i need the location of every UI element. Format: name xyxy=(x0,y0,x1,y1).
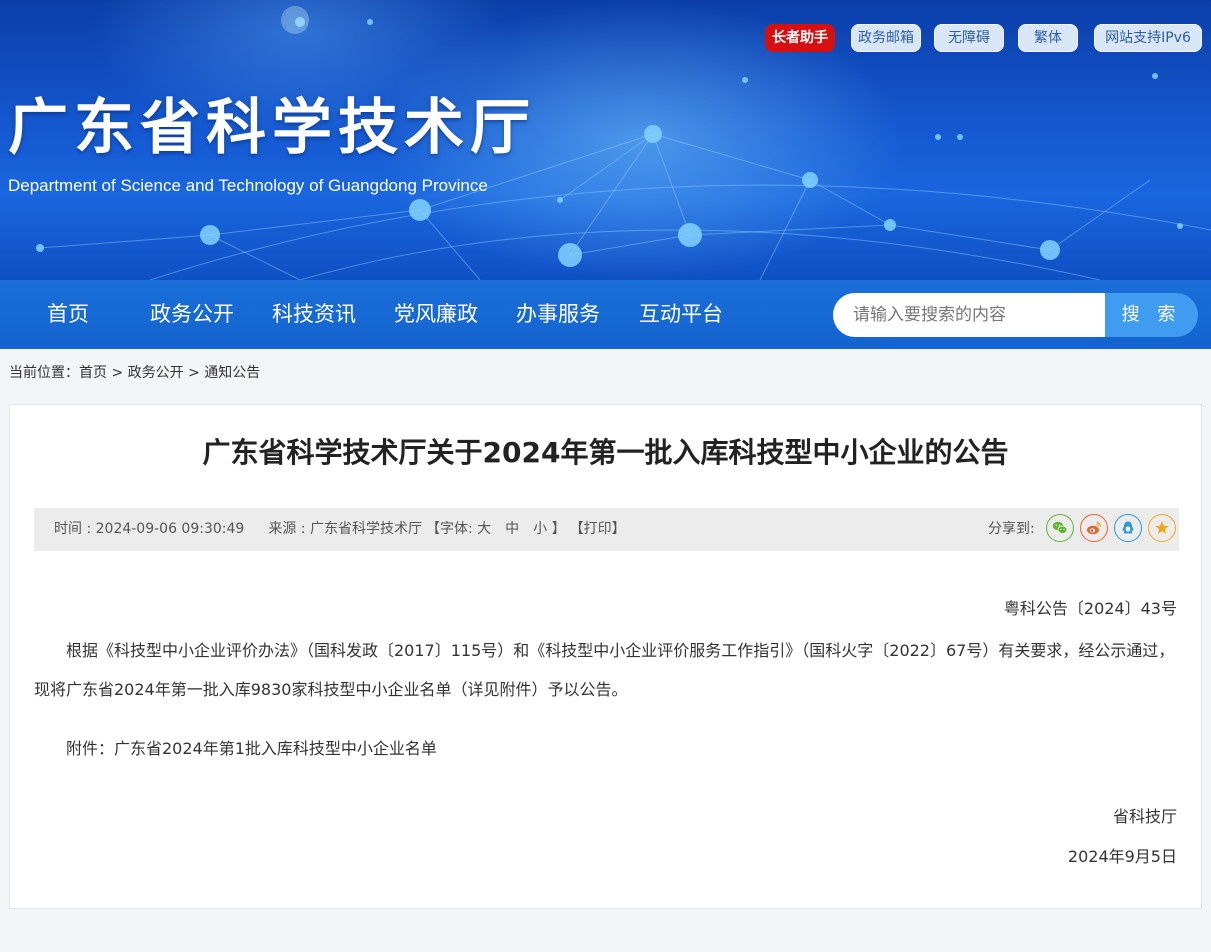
share-wechat-button[interactable] xyxy=(1046,514,1074,542)
breadcrumb: 当前位置：首页 > 政务公开 > 通知公告 xyxy=(9,362,260,384)
breadcrumb-separator: > xyxy=(183,365,205,381)
elder-assistant-button[interactable]: 长者助手 xyxy=(765,24,835,52)
nav-item-home[interactable]: 首页 xyxy=(47,280,89,349)
breadcrumb-government-link[interactable]: 政务公开 xyxy=(128,365,184,381)
share-qq-button[interactable] xyxy=(1114,514,1142,542)
article-title: 广东省科学技术厅关于2024年第一批入库科技型中小企业的公告 xyxy=(202,436,1009,469)
accessibility-button[interactable]: 无障碍 xyxy=(934,24,1004,52)
article-card: 广东省科学技术厅关于2024年第一批入库科技型中小企业的公告 时间 : 2024… xyxy=(9,404,1202,909)
favorite-button[interactable] xyxy=(1148,514,1176,542)
source-value: 广东省科学技术厅 xyxy=(309,521,422,537)
breadcrumb-home-link[interactable]: 首页 xyxy=(79,365,107,381)
nav-item-interaction[interactable]: 互动平台 xyxy=(639,280,723,349)
breadcrumb-notice-link[interactable]: 通知公告 xyxy=(204,365,260,381)
document-number: 粤科公告〔2024〕43号 xyxy=(1003,599,1177,618)
site-subtitle: Department of Science and Technology of … xyxy=(8,176,488,195)
signature-block: 省科技厅 2024年9月5日 xyxy=(1068,797,1177,877)
wechat-icon xyxy=(1052,521,1068,534)
source-label: 来源 : xyxy=(268,521,310,537)
signature-date: 2024年9月5日 xyxy=(1067,847,1177,866)
nav-item-government-affairs[interactable]: 政务公开 xyxy=(150,280,234,349)
share-label: 分享到: xyxy=(988,521,1035,537)
signature: 省科技厅 xyxy=(1112,807,1177,826)
font-size-close: 】 xyxy=(547,521,566,537)
breadcrumb-separator: > xyxy=(107,365,128,381)
article-paragraph: 根据《科技型中小企业评价办法》（国科发政〔2017〕115号）和《科技型中小企业… xyxy=(34,641,1175,699)
font-size-open: 【字体: xyxy=(425,521,478,537)
font-small-button[interactable]: 小 xyxy=(533,521,547,537)
government-mailbox-button[interactable]: 政务邮箱 xyxy=(851,24,921,52)
font-large-button[interactable]: 大 xyxy=(477,521,491,537)
traditional-chinese-button[interactable]: 繁体 xyxy=(1018,24,1078,52)
weibo-icon xyxy=(1087,521,1102,535)
site-title: 广东省科学技术厅 xyxy=(8,93,536,163)
nav-item-tech-news[interactable]: 科技资讯 xyxy=(272,280,356,349)
article-meta: 时间 : 2024-09-06 09:30:49 来源 : 广东省科学技术厅 【字体… xyxy=(54,508,626,551)
font-medium-button[interactable]: 中 xyxy=(505,521,519,537)
breadcrumb-prefix: 当前位置： xyxy=(9,365,79,381)
ipv6-support-badge[interactable]: 网站支持IPv6 xyxy=(1094,24,1202,52)
search-button[interactable]: 搜 索 xyxy=(1105,293,1198,337)
qq-icon xyxy=(1122,521,1134,534)
publish-time: 2024-09-06 09:30:49 xyxy=(95,521,245,537)
article-body: 根据《科技型中小企业评价办法》（国科发政〔2017〕115号）和《科技型中小企业… xyxy=(34,631,1179,709)
star-icon xyxy=(1155,521,1169,534)
search-input[interactable] xyxy=(833,293,1105,337)
nav-item-services[interactable]: 办事服务 xyxy=(516,280,600,349)
article-meta-bar: 时间 : 2024-09-06 09:30:49 来源 : 广东省科学技术厅 【字体… xyxy=(34,508,1179,551)
nav-item-integrity[interactable]: 党风廉政 xyxy=(394,280,478,349)
attachment-link[interactable]: 附件：广东省2024年第1批入库科技型中小企业名单 xyxy=(66,735,437,759)
share-weibo-button[interactable] xyxy=(1080,514,1108,542)
publish-time-label: 时间 : xyxy=(54,521,96,537)
print-button[interactable]: 【打印】 xyxy=(570,521,626,537)
top-links: 长者助手 政务邮箱 无障碍 繁体 网站支持IPv6 xyxy=(0,24,1211,54)
